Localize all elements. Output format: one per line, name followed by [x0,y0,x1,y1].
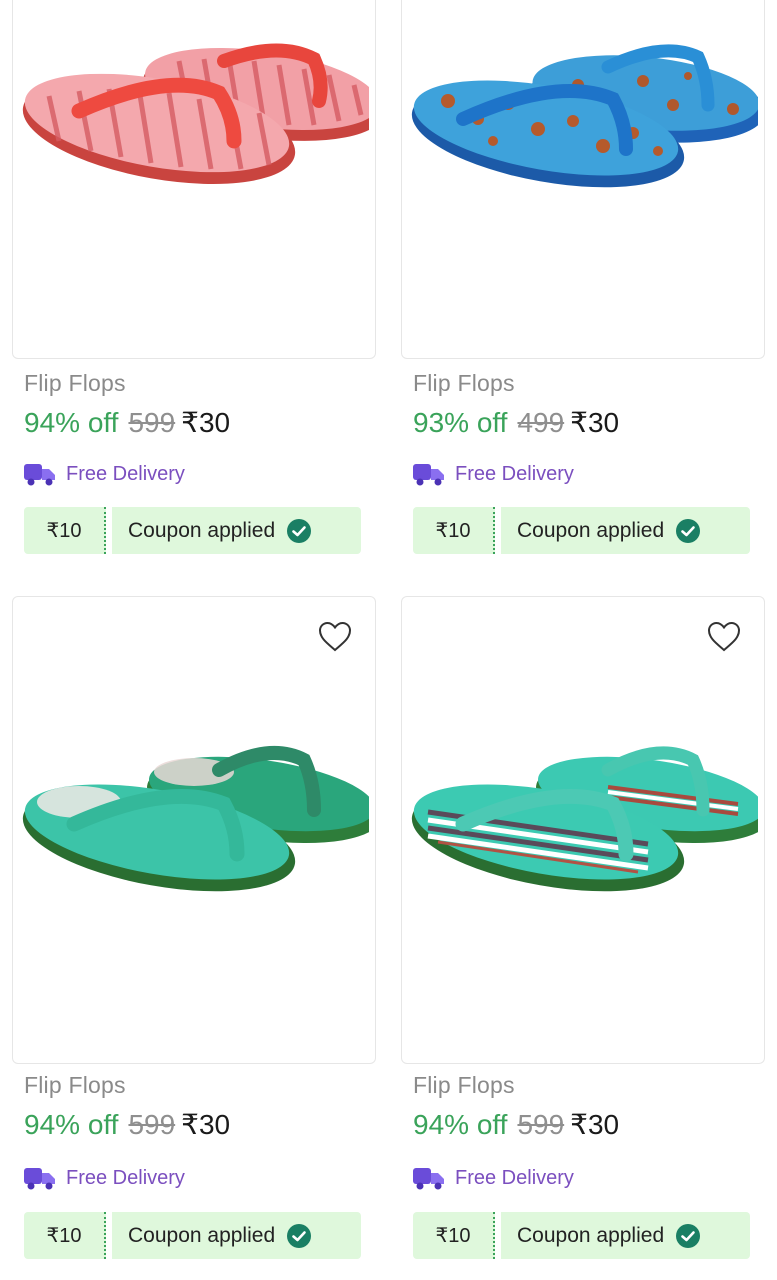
product-image [22,745,369,892]
coupon-badge: ₹10 Coupon applied [24,507,361,554]
discount-percent: 94% off [24,1109,119,1140]
coupon-badge: ₹10 Coupon applied [413,1212,750,1259]
original-price: 599 [128,1109,176,1140]
truck-icon [24,1168,55,1190]
free-delivery-label: Free Delivery [66,462,185,485]
free-delivery-label: Free Delivery [66,1166,185,1189]
coupon-label: Coupon applied [128,1223,276,1247]
free-delivery-label: Free Delivery [455,462,574,485]
final-price: ₹30 [181,407,231,438]
product-image [411,746,758,892]
coupon-label: Coupon applied [517,518,665,542]
original-price: 499 [517,407,565,438]
price-line: 94% off 599 ₹30 [413,1108,619,1141]
product-image-box[interactable] [12,596,376,1064]
discount-percent: 94% off [413,1109,508,1140]
discount-percent: 94% off [24,407,119,438]
product-title: Flip Flops [24,370,126,396]
heart-icon[interactable] [706,619,742,655]
coupon-badge: ₹10 Coupon applied [413,507,750,554]
discount-percent: 93% off [413,407,508,438]
price-line: 94% off 599 ₹30 [24,406,230,439]
coupon-applied: Coupon applied [501,507,750,554]
final-price: ₹30 [570,1109,620,1140]
product-image [411,44,758,188]
delivery-info: Free Delivery [413,1164,574,1192]
product-title: Flip Flops [413,1072,515,1098]
delivery-info: Free Delivery [24,1164,185,1192]
product-title: Flip Flops [24,1072,126,1098]
coupon-badge: ₹10 Coupon applied [24,1212,361,1259]
coupon-label: Coupon applied [128,518,276,542]
check-circle-icon [287,1223,312,1248]
coupon-applied: Coupon applied [112,507,361,554]
original-price: 599 [128,407,176,438]
check-circle-icon [676,1223,701,1248]
truck-icon [413,1168,444,1190]
coupon-amount: ₹10 [413,507,495,554]
product-image-box[interactable] [401,0,765,359]
coupon-amount: ₹10 [413,1212,495,1259]
coupon-amount: ₹10 [24,507,106,554]
final-price: ₹30 [570,407,620,438]
heart-icon[interactable] [317,619,353,655]
check-circle-icon [676,518,701,543]
product-image-box[interactable] [401,596,765,1064]
coupon-applied: Coupon applied [501,1212,750,1259]
truck-icon [24,464,55,486]
product-image [22,43,369,184]
original-price: 599 [517,1109,565,1140]
final-price: ₹30 [181,1109,231,1140]
truck-icon [413,464,444,486]
product-image-box[interactable] [12,0,376,359]
coupon-label: Coupon applied [517,1223,665,1247]
coupon-applied: Coupon applied [112,1212,361,1259]
free-delivery-label: Free Delivery [455,1166,574,1189]
check-circle-icon [287,518,312,543]
product-title: Flip Flops [413,370,515,396]
price-line: 94% off 599 ₹30 [24,1108,230,1141]
delivery-info: Free Delivery [24,460,185,488]
delivery-info: Free Delivery [413,460,574,488]
price-line: 93% off 499 ₹30 [413,406,619,439]
coupon-amount: ₹10 [24,1212,106,1259]
